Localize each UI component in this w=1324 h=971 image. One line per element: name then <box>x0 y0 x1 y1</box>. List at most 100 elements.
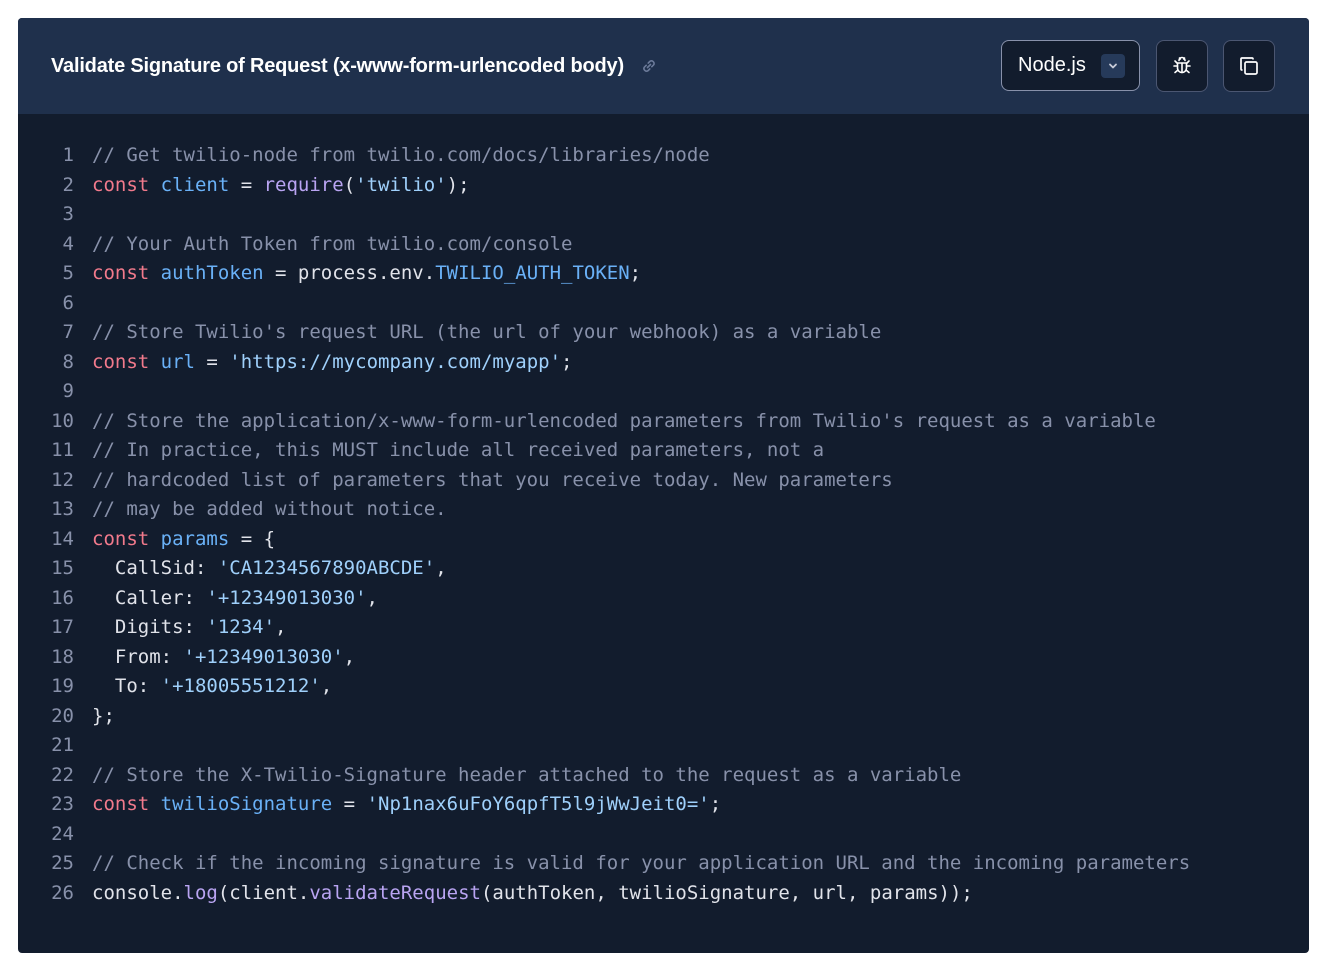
code-line: 23 const twilioSignature = 'Np1nax6uFoY6q… <box>18 790 1309 820</box>
code-comment: // hardcoded list of parameters that you… <box>92 468 893 491</box>
code-line: 20}; <box>18 702 1309 732</box>
code-string: 'CA1234567890ABCDE' <box>217 557 436 579</box>
line-number: 10 <box>51 409 74 432</box>
code-text: (client. <box>217 881 310 904</box>
line-content: // Store the application/x-www-form-urle… <box>92 407 1156 437</box>
code-sample-card: Validate Signature of Request (x-www-for… <box>18 18 1309 953</box>
line-number: 23 <box>51 793 74 815</box>
code-line: 26 console.log(client.validateRequest(aut… <box>18 879 1309 909</box>
code-comment: // Store Twilio's request URL (the url o… <box>92 321 882 343</box>
code-block[interactable]: 1 // Get twilio-node from twilio.com/docs… <box>18 141 1309 908</box>
debug-button[interactable] <box>1156 40 1208 92</box>
code-sample-title: Validate Signature of Request (x-www-for… <box>51 54 624 77</box>
code-text: , <box>435 557 447 579</box>
code-line: 22 // Store the X-Twilio-Signature header… <box>18 761 1309 791</box>
copy-button[interactable] <box>1223 40 1275 92</box>
line-number: 17 <box>51 616 74 638</box>
code-identifier: url <box>160 350 195 373</box>
line-number: 14 <box>51 527 74 550</box>
link-icon[interactable] <box>638 55 660 77</box>
line-number: 19 <box>51 675 74 697</box>
line-content: // Get twilio-node from twilio.com/docs/… <box>92 141 710 171</box>
code-keyword: const <box>92 173 161 196</box>
code-keyword: const <box>92 793 161 815</box>
code-line: 5 const authToken = process.env.TWILIO_AU… <box>18 259 1309 289</box>
code-identifier: client <box>160 173 230 196</box>
line-content: const url = 'https://mycompany.com/myapp… <box>92 348 572 378</box>
code-line: 2 const client = require('twilio'); <box>18 171 1309 201</box>
line-content: // Store the X-Twilio-Signature header a… <box>92 761 961 791</box>
line-number: 21 <box>51 734 74 756</box>
code-identifier: twilioSignature <box>160 793 333 815</box>
code-line: 16 Caller: '+12349013030', <box>18 584 1309 614</box>
line-number: 26 <box>51 881 74 904</box>
code-text: = <box>194 350 230 373</box>
line-content: const authToken = process.env.TWILIO_AUT… <box>92 259 641 289</box>
line-number: 9 <box>62 380 74 402</box>
code-line: 9 <box>18 377 1309 407</box>
line-content: console.log(client.validateRequest(authT… <box>92 879 973 909</box>
copy-icon <box>1237 54 1261 78</box>
line-number: 13 <box>51 498 74 520</box>
line-number: 5 <box>62 262 74 284</box>
code-line: 7 // Store Twilio's request URL (the url … <box>18 318 1309 348</box>
code-text: console. <box>92 881 184 904</box>
code-text: , <box>275 616 287 638</box>
line-content: const params = { <box>92 525 275 555</box>
code-keyword: const <box>92 350 161 373</box>
line-number: 25 <box>51 852 74 874</box>
code-line: 15 CallSid: 'CA1234567890ABCDE', <box>18 554 1309 584</box>
code-text: , <box>343 645 356 668</box>
line-number: 6 <box>62 291 74 314</box>
code-text: , <box>366 586 378 609</box>
code-identifier: authToken <box>160 262 264 284</box>
code-line: 8 const url = 'https://mycompany.com/myap… <box>18 348 1309 378</box>
code-text: From: <box>92 645 184 668</box>
code-string: '+12349013030' <box>206 586 367 609</box>
title-row: Validate Signature of Request (x-www-for… <box>51 51 660 81</box>
code-keyword: const <box>92 527 161 550</box>
code-function: log <box>183 881 218 904</box>
code-line: 4 // Your Auth Token from twilio.com/cons… <box>18 230 1309 260</box>
line-number: 20 <box>51 704 74 727</box>
line-number: 1 <box>62 144 74 166</box>
code-line: 17 Digits: '1234', <box>18 613 1309 643</box>
line-number: 15 <box>51 557 74 579</box>
line-content: Digits: '1234', <box>92 613 287 643</box>
code-function: validateRequest <box>309 881 481 904</box>
line-number: 18 <box>51 645 74 668</box>
line-number: 11 <box>51 439 74 461</box>
code-line: 18 From: '+12349013030', <box>18 643 1309 673</box>
code-text: CallSid: <box>92 557 218 579</box>
code-comment: // Your Auth Token from twilio.com/conso… <box>92 232 573 255</box>
line-number: 22 <box>51 763 74 786</box>
language-select-value: Node.js <box>1018 54 1086 76</box>
code-comment: // Get twilio-node from twilio.com/docs/… <box>92 144 710 166</box>
chevron-down-icon <box>1101 53 1125 78</box>
code-line: 24 <box>18 820 1309 850</box>
line-number: 4 <box>62 232 74 255</box>
code-line: 13 // may be added without notice. <box>18 495 1309 525</box>
code-string: 'Np1nax6uFoY6qpfT5l9jWwJeit0=' <box>366 793 710 815</box>
line-number: 8 <box>62 350 74 373</box>
line-number: 24 <box>51 822 74 845</box>
code-comment: // Check if the incoming signature is va… <box>92 852 1191 874</box>
code-line: 11 // In practice, this MUST include all … <box>18 436 1309 466</box>
code-line: 3 <box>18 200 1309 230</box>
code-text: = process.env. <box>263 262 436 284</box>
line-content: From: '+12349013030', <box>92 643 355 673</box>
code-text: = <box>332 793 367 815</box>
code-text: (authToken, twilioSignature, url, params… <box>480 881 973 904</box>
line-content: CallSid: 'CA1234567890ABCDE', <box>92 554 447 584</box>
line-content: }; <box>92 702 115 732</box>
bug-icon <box>1170 54 1194 78</box>
code-line: 12 // hardcoded list of parameters that y… <box>18 466 1309 496</box>
code-line: 25 // Check if the incoming signature is … <box>18 849 1309 879</box>
code-text: ); <box>446 173 470 196</box>
code-line: 10 // Store the application/x-www-form-ur… <box>18 407 1309 437</box>
code-string: '+18005551212' <box>160 675 321 697</box>
code-identifier: params <box>160 527 230 550</box>
code-line: 21 <box>18 731 1309 761</box>
code-text: To: <box>92 675 161 697</box>
language-select[interactable]: Node.js <box>1001 40 1140 91</box>
